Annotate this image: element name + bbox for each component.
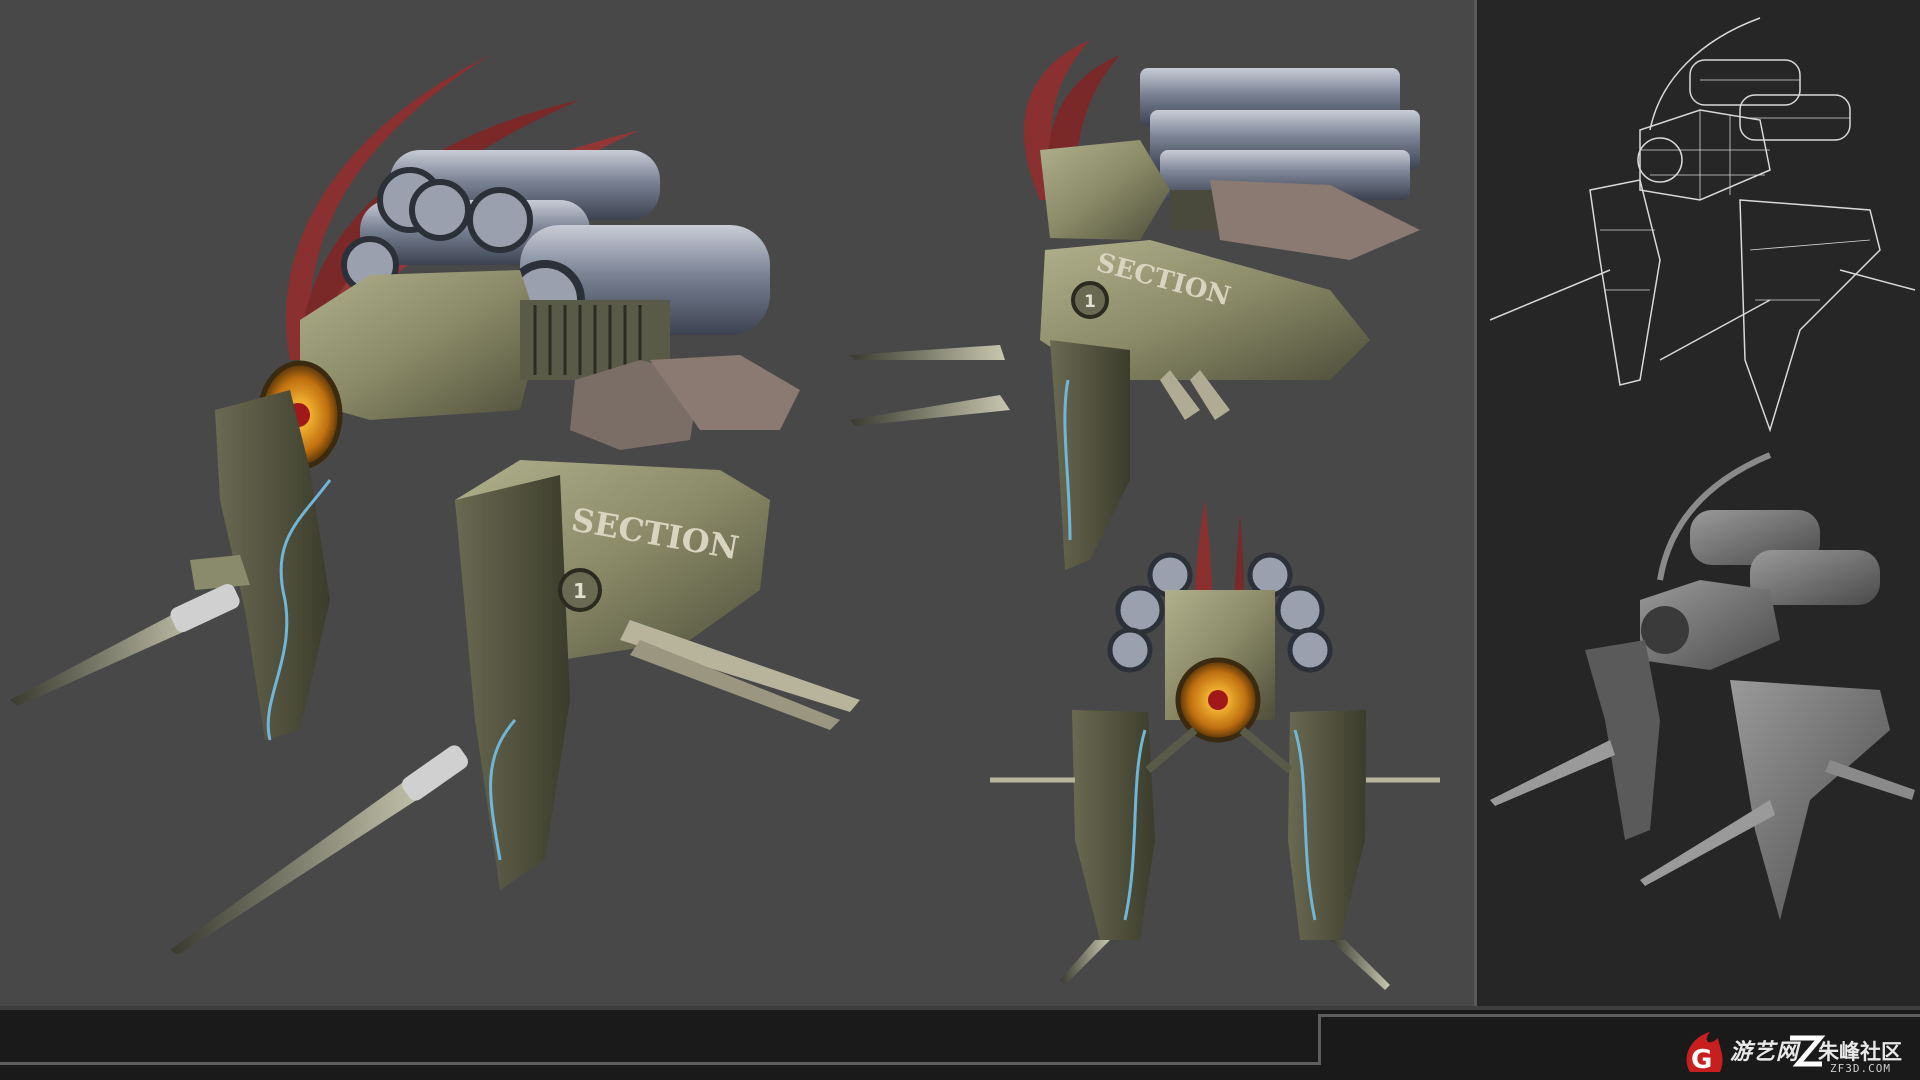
blade	[620, 620, 860, 712]
eye-pupil	[1208, 690, 1228, 710]
wire-tendril	[1649, 17, 1761, 131]
strut	[1239, 726, 1293, 774]
hatch-number: 1	[1084, 292, 1096, 312]
leg	[1050, 340, 1130, 570]
leg-claw	[190, 555, 250, 590]
wire-spike	[1489, 269, 1611, 321]
leg-spike	[850, 345, 1005, 360]
bottom-frame-top	[1318, 1014, 1920, 1017]
clay-leg	[1585, 640, 1660, 840]
engine-nozzle	[1247, 552, 1293, 598]
wire-blade	[1839, 269, 1916, 291]
side-view-model: 1 SECTION	[850, 40, 1420, 570]
engine-nozzle	[1115, 585, 1165, 635]
spike-mount	[170, 584, 240, 632]
leg-spike	[1330, 940, 1390, 990]
leg-spike	[1060, 940, 1110, 985]
engine-nozzle	[409, 179, 471, 241]
main-perspective-model: 1 SECTION	[10, 55, 860, 955]
wire-leg	[1589, 179, 1661, 386]
strut	[1145, 726, 1198, 774]
hatch-number: 1	[573, 579, 587, 603]
spike-mount	[402, 745, 468, 801]
clay-spike	[1640, 800, 1775, 886]
clay-model	[1490, 452, 1915, 920]
g-flame-logo-icon: G	[1686, 1032, 1723, 1075]
wire-body	[1639, 109, 1771, 201]
bottom-bar	[0, 1006, 1920, 1080]
bottom-frame-step	[1318, 1014, 1321, 1065]
front-view-model	[990, 500, 1440, 990]
wire-arm	[1739, 199, 1881, 433]
bottom-strip	[0, 1006, 1920, 1010]
svg-text:G: G	[1691, 1045, 1712, 1075]
artwork-canvas: 1 SECTION 1 SECTION	[10, 17, 1916, 990]
watermark-brand: 游艺网	[1730, 1040, 1800, 1065]
engine-nozzle	[467, 187, 533, 253]
front-leg	[455, 475, 570, 890]
bottom-frame-rule	[0, 1062, 1318, 1065]
clay-spike	[1490, 740, 1615, 806]
wireframe-model	[1489, 17, 1916, 433]
clay-eye	[1641, 606, 1689, 654]
watermark-domain: ZF3D.COM	[1830, 1062, 1891, 1075]
wire-spike	[1659, 299, 1771, 361]
leg-spike	[170, 770, 432, 955]
engine-nozzle	[1287, 627, 1333, 673]
engine-nozzle	[1275, 585, 1325, 635]
engine-nozzle	[1147, 552, 1193, 598]
engine-nozzle	[1107, 627, 1153, 673]
clay-arm	[1730, 680, 1890, 920]
clay-blade	[1825, 760, 1915, 800]
leg-spike	[850, 395, 1010, 426]
